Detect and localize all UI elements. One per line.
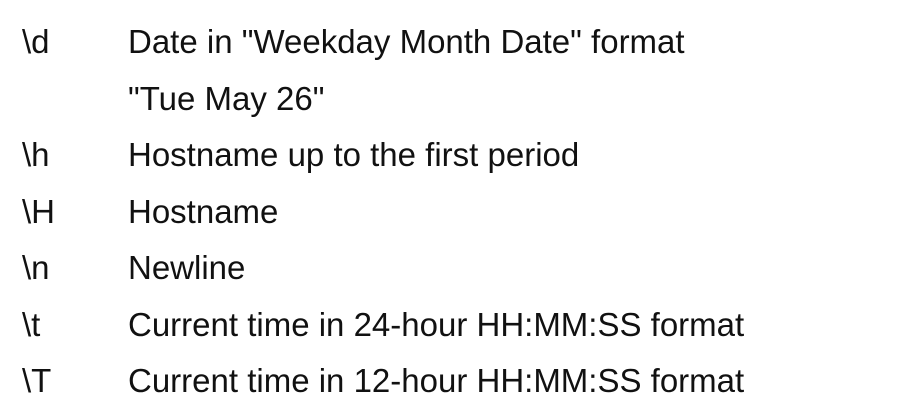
escape-description: Current time in 24-hour HH:MM:SS format bbox=[128, 305, 745, 343]
escape-code: \n bbox=[22, 249, 50, 286]
escape-row-time-12h: \T Current time in 12-hour HH:MM:SS form… bbox=[22, 353, 902, 410]
escape-row-hostname: \H Hostname bbox=[22, 184, 902, 241]
escape-description: Date in "Weekday Month Date" format "Tue… bbox=[128, 14, 902, 127]
escape-row-newline: \n Newline bbox=[22, 240, 902, 297]
escape-code: \H bbox=[22, 192, 55, 230]
escape-code: \t bbox=[22, 305, 41, 343]
escape-description-line: Date in "Weekday Month Date" format bbox=[128, 23, 685, 60]
escape-row-short-hostname: \h Hostname up to the first period bbox=[22, 127, 902, 184]
escape-row-weekday-date: \d Date in "Weekday Month Date" format "… bbox=[22, 14, 902, 127]
escape-code: \h bbox=[22, 136, 50, 173]
escape-description: Newline bbox=[128, 249, 246, 286]
escape-description: Current time in 12-hour HH:MM:SS format bbox=[128, 362, 745, 399]
escape-code: \d bbox=[22, 23, 50, 60]
escape-code: \T bbox=[22, 362, 52, 399]
escape-sequence-table: \d Date in "Weekday Month Date" format "… bbox=[22, 14, 902, 410]
escape-description-example: "Tue May 26" bbox=[128, 79, 325, 117]
escape-row-time-24h: \t Current time in 24-hour HH:MM:SS form… bbox=[22, 297, 902, 354]
escape-description: Hostname bbox=[128, 192, 279, 230]
escape-description: Hostname up to the first period bbox=[128, 136, 580, 173]
